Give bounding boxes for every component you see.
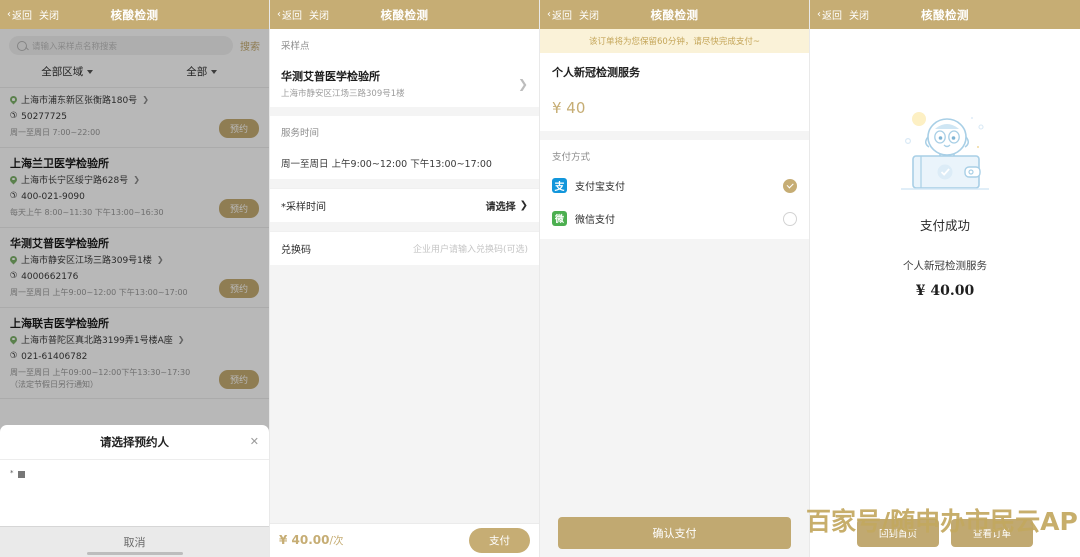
divider <box>270 107 539 116</box>
service-time-value: 周一至周日 上午9:00~12:00 下午13:00~17:00 <box>270 147 539 179</box>
sample-time-field[interactable]: *采样时间 请选择 ❯ <box>270 188 539 222</box>
nav-bar-1: ‹ 返回 关闭 核酸检测 <box>0 0 269 29</box>
panel-booking-form: ‹ 返回 关闭 核酸检测 采样点 华测艾普医学检验所 上海市静安区江场三路309… <box>270 0 540 557</box>
coupon-label: 兑换码 <box>281 245 311 256</box>
payment-method-alipay[interactable]: 支 支付宝支付 <box>552 169 797 202</box>
order-service-name: 个人新冠检测服务 <box>552 66 640 79</box>
divider <box>270 222 539 231</box>
panel-payment: ‹ 返回 关闭 核酸检测 该订单将为您保留60分钟，请尽快完成支付~ 个人新冠检… <box>540 0 810 557</box>
payment-body: 该订单将为您保留60分钟，请尽快完成支付~ 个人新冠检测服务 ¥ 40 支付方式… <box>540 29 809 557</box>
order-summary-card: 个人新冠检测服务 ¥ 40 <box>540 53 809 131</box>
sample-time-label-text: 采样时间 <box>286 202 326 213</box>
nav-bar-2: ‹ 返回 关闭 核酸检测 <box>270 0 539 29</box>
divider <box>270 179 539 188</box>
confirm-pay-button[interactable]: 确认支付 <box>558 517 791 549</box>
selected-site-address: 上海市静安区江场三路309号1楼 <box>281 89 405 99</box>
sample-time-value: 请选择 ❯ <box>486 198 528 213</box>
payment-method-wechat[interactable]: 微 微信支付 <box>552 202 797 235</box>
person-name-mask: * <box>10 469 14 477</box>
person-option[interactable]: * <box>10 468 259 478</box>
sample-time-value-text: 请选择 <box>485 202 516 213</box>
success-body: 支付成功 个人新冠检测服务 ¥ 40.00 回到首页 查看订单 <box>810 29 1080 557</box>
selected-site-info: 华测艾普医学检验所 上海市静安区江场三路309号1楼 <box>281 68 405 99</box>
payment-methods-section: 支付方式 支 支付宝支付 微 微信支付 <box>540 140 809 239</box>
person-redacted-block <box>17 471 25 478</box>
section-label-site: 采样点 <box>270 29 539 60</box>
payment-methods-label: 支付方式 <box>552 152 591 163</box>
pay-button[interactable]: 支付 <box>469 528 530 553</box>
wallet-penguin-illustration <box>885 101 1005 205</box>
page-title-2: 核酸检测 <box>380 7 429 22</box>
selected-site-name: 华测艾普医学检验所 <box>281 70 380 83</box>
page-title-1: 核酸检测 <box>110 7 159 22</box>
coupon-field[interactable]: 兑换码 企业用户请输入兑换码(可选) <box>270 231 539 265</box>
chevron-right-icon: ❯ <box>517 76 528 91</box>
radio-unselected-icon[interactable] <box>783 211 797 226</box>
order-price: ¥ 40 <box>552 99 586 117</box>
chevron-right-icon: ❯ <box>519 200 528 211</box>
watermark: 百家号/随申办市民云APP <box>806 507 1080 536</box>
page-title-4: 核酸检测 <box>921 7 969 22</box>
screenshot-board: ‹ 返回 关闭 核酸检测 请输入采样点名称搜索 搜索 全部区域 全部 上海市浦东… <box>0 0 1080 557</box>
nav-bar-4: ‹ 返回 关闭 核酸检测 <box>810 0 1080 29</box>
booking-pay-bar: ¥ 40.00/次 支付 <box>270 523 539 557</box>
selected-site-row[interactable]: 华测艾普医学检验所 上海市静安区江场三路309号1楼 ❯ <box>270 60 539 107</box>
nav-bar-3: ‹ 返回 关闭 核酸检测 <box>540 0 809 29</box>
order-hold-notice: 该订单将为您保留60分钟，请尽快完成支付~ <box>540 29 809 53</box>
booking-price-unit: /次 <box>329 535 344 547</box>
alipay-icon: 支 <box>552 178 567 193</box>
cancel-button[interactable]: 取消 <box>124 534 146 550</box>
booking-price-value: ¥ 40.00 <box>279 533 330 547</box>
success-amount: ¥ 40.00 <box>915 283 975 299</box>
site-list-body: 请输入采样点名称搜索 搜索 全部区域 全部 上海市浦东新区张衡路180号 ❯ ✆… <box>0 29 269 557</box>
booking-price: ¥ 40.00/次 <box>279 533 344 548</box>
sheet-header: 请选择预约人 ✕ <box>0 425 269 460</box>
page-title-3: 核酸检测 <box>650 7 699 22</box>
sheet-title: 请选择预约人 <box>100 435 169 449</box>
sample-time-label: *采样时间 <box>281 198 326 213</box>
sheet-body: * <box>0 460 269 526</box>
panel-payment-success: ‹ 返回 关闭 核酸检测 支付成功 个人新冠检测服务 ¥ 40.00 回到首页 … <box>810 0 1080 557</box>
wechat-icon: 微 <box>552 211 567 226</box>
coupon-input[interactable]: 企业用户请输入兑换码(可选) <box>413 242 528 255</box>
divider <box>270 265 539 274</box>
close-icon[interactable]: ✕ <box>250 436 259 447</box>
payment-status-text: 支付成功 <box>919 218 970 233</box>
booking-form-body: 采样点 华测艾普医学检验所 上海市静安区江场三路309号1楼 ❯ 服务时间 周一… <box>270 29 539 557</box>
payment-method-label: 支付宝支付 <box>575 182 625 193</box>
payment-method-label: 微信支付 <box>575 215 615 226</box>
home-indicator <box>86 552 183 555</box>
radio-selected-icon[interactable] <box>783 178 797 193</box>
confirm-pay-wrap: 确认支付 <box>540 517 809 549</box>
section-label-service-time: 服务时间 <box>270 116 539 147</box>
panel-site-list: ‹ 返回 关闭 核酸检测 请输入采样点名称搜索 搜索 全部区域 全部 上海市浦东… <box>0 0 270 557</box>
success-service-name: 个人新冠检测服务 <box>903 260 987 272</box>
select-person-sheet: 请选择预约人 ✕ * 取消 <box>0 425 269 557</box>
